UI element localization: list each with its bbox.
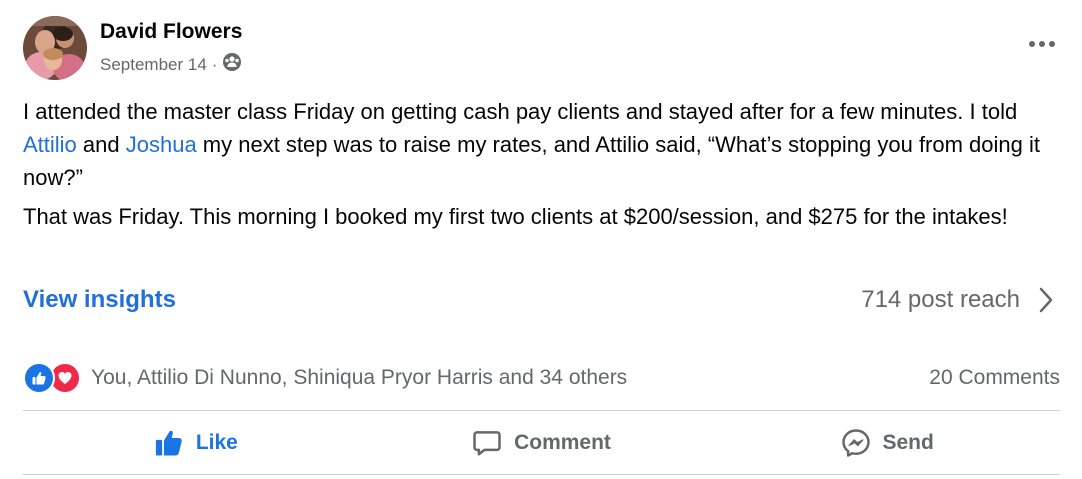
avatar-photo — [23, 16, 87, 80]
post-text-segment: I attended the master class Friday on ge… — [23, 99, 1018, 124]
like-reaction-icon — [23, 362, 55, 394]
chevron-right-icon — [1039, 287, 1053, 313]
mention-attilio[interactable]: Attilio — [23, 132, 77, 157]
comment-label: Comment — [514, 431, 611, 454]
post-reach-text: 714 post reach — [861, 286, 1020, 313]
post-date[interactable]: September 14 — [100, 55, 207, 75]
reactions-summary[interactable]: You, Attilio Di Nunno, Shiniqua Pryor Ha… — [23, 362, 627, 394]
comment-button[interactable]: Comment — [369, 418, 715, 468]
post-reach-link[interactable]: 714 post reach — [861, 286, 1054, 314]
comment-icon — [473, 431, 501, 456]
more-dots-icon — [1029, 41, 1055, 47]
reaction-icons — [23, 362, 81, 394]
divider — [23, 474, 1060, 475]
friends-icon[interactable] — [222, 52, 242, 77]
send-button[interactable]: Send — [714, 418, 1060, 468]
action-bar: Like Comment Send — [23, 418, 1060, 468]
send-label: Send — [882, 431, 934, 454]
reaction-names: You, Attilio Di Nunno, Shiniqua Pryor Ha… — [91, 366, 628, 389]
like-button[interactable]: Like — [23, 418, 369, 468]
more-options-button[interactable] — [1024, 32, 1060, 56]
post-meta: September 14 · — [100, 52, 242, 77]
view-insights-link[interactable]: View insights — [23, 286, 176, 314]
post-text-segment: and — [76, 132, 126, 157]
author-name[interactable]: David Flowers — [100, 20, 242, 44]
post-paragraph-2: That was Friday. This morning I booked m… — [23, 204, 1008, 229]
like-label: Like — [195, 431, 238, 454]
avatar[interactable] — [23, 16, 87, 80]
thumbs-up-icon — [155, 430, 182, 456]
comments-count-link[interactable]: 20 Comments — [929, 366, 1060, 390]
post-paragraph-1: I attended the master class Friday on ge… — [23, 95, 1063, 194]
messenger-icon — [841, 429, 870, 457]
mention-joshua[interactable]: Joshua — [126, 132, 197, 157]
divider — [23, 410, 1060, 411]
meta-separator: · — [211, 54, 218, 74]
post-body: I attended the master class Friday on ge… — [23, 95, 1063, 239]
